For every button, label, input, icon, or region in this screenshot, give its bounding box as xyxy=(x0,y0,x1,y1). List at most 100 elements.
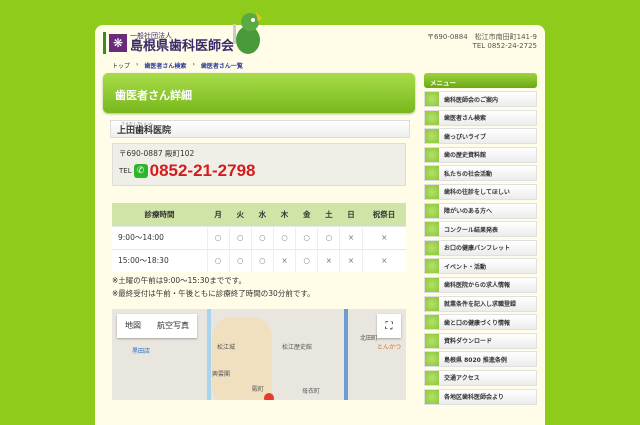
menu-bullet-icon xyxy=(425,129,439,144)
cell: × xyxy=(339,225,362,249)
menu-item[interactable]: 歯科の往診をしてほしい xyxy=(424,183,537,200)
col-header: 木 xyxy=(273,203,296,226)
sidebar-menu: メニュー 歯科医師会のご案内 歯医者さん検索 歯っぴいライブ 歯の歴史資料館 私たちの社… xyxy=(424,73,537,407)
cell: × xyxy=(361,248,406,272)
clinic-name-box: うえだしかいいん 上田歯科医院 xyxy=(110,120,410,138)
menu-item[interactable]: 歯っぴいライブ xyxy=(424,128,537,145)
menu-item[interactable]: 就業条件を記入し求職登録 xyxy=(424,295,537,312)
menu-item[interactable]: 各地区歯科医師会より xyxy=(424,388,537,405)
page-title: 歯医者さん詳細 xyxy=(103,73,415,113)
map-label: 黒田店 xyxy=(132,348,151,355)
cell: 15:00〜18:30 xyxy=(112,248,207,272)
map-label: 松江歴史館 xyxy=(282,344,313,351)
menu-item-label: 歯科医師会のご案内 xyxy=(444,96,499,104)
breadcrumb-search[interactable]: 歯医者さん検索 xyxy=(144,61,186,70)
cell: × xyxy=(339,248,362,272)
table-header-row: 診療時間 月 火 水 木 金 土 日 祝祭日 xyxy=(112,203,406,226)
header-tel: TEL 0852-24-2725 xyxy=(472,42,537,50)
cell: ○ xyxy=(206,248,230,272)
cell: ○ xyxy=(250,248,274,272)
table-row: 15:00〜18:30 ○ ○ ○ × ○ × × × xyxy=(112,248,406,272)
col-header: 日 xyxy=(339,203,362,226)
menu-item[interactable]: 歯医者さん検索 xyxy=(424,109,537,126)
menu-item-label: 私たちの社会活動 xyxy=(444,170,493,178)
menu-item[interactable]: 交通アクセス xyxy=(424,369,537,386)
clinic-info: 〒690-0887 殿町102 TEL ✆ 0852-21-2798 xyxy=(112,143,406,186)
cell: ○ xyxy=(228,225,252,249)
map-label: 殿町 xyxy=(252,386,265,393)
menu-item[interactable]: 資料ダウンロード xyxy=(424,332,537,349)
logo-bar xyxy=(103,32,106,54)
header-address: 〒690-0884 松江市南田町141-9 xyxy=(426,33,537,41)
breadcrumb-top[interactable]: トップ xyxy=(112,61,130,70)
menu-item-label: 歯医者さん検索 xyxy=(444,115,487,123)
menu-item[interactable]: 島根県 8020 推進条例 xyxy=(424,351,537,368)
clinic-name: 上田歯科医院 xyxy=(117,126,172,136)
col-header: 祝祭日 xyxy=(362,203,406,226)
menu-item[interactable]: 障がいのある方へ xyxy=(424,202,537,219)
logo-mark-icon: ❋ xyxy=(109,34,127,52)
menu-bullet-icon xyxy=(425,147,439,162)
menu-bullet-icon xyxy=(425,166,439,181)
breadcrumb: トップ › 歯医者さん検索 › 歯医者さん一覧 xyxy=(112,61,243,70)
google-map[interactable]: 松江城 松江歴史館 興雲閣 殿町 母衣町 北田町 黒田店 とんかつ 地図 航空写真… xyxy=(112,309,406,400)
hours-table: 診療時間 月 火 水 木 金 土 日 祝祭日 9:00〜14:00 ○ ○ ○ ○ ○ ○ ×… xyxy=(112,203,406,272)
menu-item[interactable]: イベント・活動 xyxy=(424,258,537,275)
menu-item[interactable]: 歯科医師会のご案内 xyxy=(424,91,537,107)
col-header: 土 xyxy=(317,203,340,226)
menu-bullet-icon xyxy=(425,222,439,237)
menu-bullet-icon xyxy=(425,203,439,218)
map-label: 松江城 xyxy=(217,344,236,351)
col-header: 月 xyxy=(207,203,230,226)
menu-item[interactable]: 私たちの社会活動 xyxy=(424,165,537,182)
menu-bullet-icon xyxy=(425,352,439,367)
breadcrumb-sep: › xyxy=(192,61,195,68)
cell: × xyxy=(272,248,296,272)
menu-bullet-icon xyxy=(425,259,439,274)
map-pin-icon[interactable] xyxy=(264,393,274,400)
cell: ○ xyxy=(206,225,230,249)
map-label: とんかつ xyxy=(377,344,402,351)
menu-item[interactable]: 歯の歴史資料館 xyxy=(424,146,537,163)
menu-bullet-icon xyxy=(425,296,439,311)
cell: ○ xyxy=(228,248,252,272)
clinic-tel[interactable]: 0852-21-2798 xyxy=(150,161,256,181)
menu-item[interactable]: お口の健康パンフレット xyxy=(424,239,537,256)
menu-item[interactable]: 歯と口の健康づくり情報 xyxy=(424,314,537,331)
table-row: 9:00〜14:00 ○ ○ ○ ○ ○ ○ × × xyxy=(112,225,406,249)
mascot-icon xyxy=(233,12,262,54)
menu-bullet-icon xyxy=(425,370,439,385)
menu-item-label: 就業条件を記入し求職登録 xyxy=(444,301,517,309)
breadcrumb-list[interactable]: 歯医者さん一覧 xyxy=(201,61,243,70)
cell: ○ xyxy=(295,248,318,272)
col-header: 診療時間 xyxy=(112,203,207,226)
cell: ○ xyxy=(250,225,274,249)
menu-bullet-icon xyxy=(425,240,439,255)
map-river xyxy=(207,309,211,400)
col-header: 水 xyxy=(251,203,274,226)
menu-bullet-icon xyxy=(425,277,439,292)
map-road xyxy=(344,309,348,400)
cell: × xyxy=(317,248,340,272)
menu-title: メニュー xyxy=(424,73,537,88)
menu-item-label: お口の健康パンフレット xyxy=(444,245,511,253)
menu-item[interactable]: コンクール結果発表 xyxy=(424,221,537,238)
fullscreen-icon[interactable]: ⛶ xyxy=(377,314,401,338)
cell: × xyxy=(361,225,406,249)
note: ※土曜の午前は9:00〜15:30までです。 xyxy=(112,276,246,285)
menu-bullet-icon xyxy=(425,315,439,330)
map-tab-satellite[interactable]: 航空写真 xyxy=(149,314,197,338)
menu-item-label: 歯っぴいライブ xyxy=(444,133,487,141)
menu-item-label: 歯の歴史資料館 xyxy=(444,152,487,160)
tel-label: TEL xyxy=(119,167,132,175)
menu-item[interactable]: 歯科医院からの求人情報 xyxy=(424,276,537,293)
map-tab-map[interactable]: 地図 xyxy=(117,314,149,338)
col-header: 金 xyxy=(295,203,318,226)
col-header: 火 xyxy=(229,203,252,226)
map-label: 北田町 xyxy=(360,335,379,342)
menu-item-label: 交通アクセス xyxy=(444,375,480,383)
site-logo[interactable]: ❋ 一般社団法人 島根県歯科医師会 xyxy=(103,30,234,56)
org-name: 島根県歯科医師会 xyxy=(130,39,235,54)
menu-item-label: 島根県 8020 推進条例 xyxy=(444,356,507,364)
menu-bullet-icon xyxy=(425,333,439,348)
